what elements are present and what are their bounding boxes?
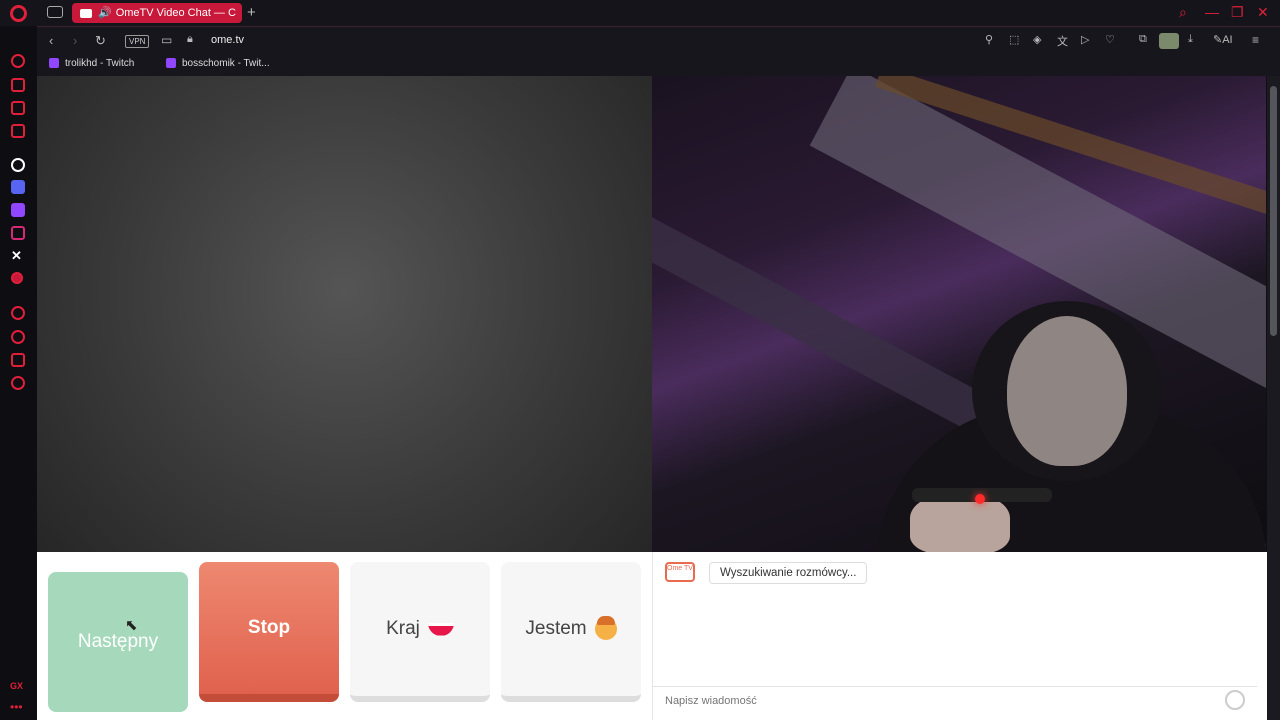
next-button[interactable]: Następny <box>48 572 188 712</box>
ai-label: AI <box>1222 34 1233 46</box>
stop-label: Stop <box>247 617 291 638</box>
title-bar: 🔊 OmeTV Video Chat — C + ⌕ — ❐ ✕ <box>0 0 1280 26</box>
gender-button[interactable]: Jestem <box>501 562 641 702</box>
clock-icon[interactable] <box>11 330 25 344</box>
bookmark-item[interactable]: bosschomik - Twit... <box>166 58 270 69</box>
message-input[interactable] <box>663 692 1213 710</box>
tab-favicon-icon <box>80 8 92 18</box>
address-bar[interactable]: ome.tv <box>211 34 244 46</box>
bookmarks-bar: trolikhd - Twitch bosschomik - Twit... <box>37 54 1280 76</box>
scroll-thumb[interactable] <box>1270 86 1277 336</box>
page-scrollbar[interactable] <box>1267 76 1280 720</box>
instagram-icon[interactable] <box>11 226 25 240</box>
country-label: Kraj <box>386 618 420 639</box>
ometv-logo-icon: Ome TV <box>665 562 695 582</box>
twitch-icon <box>166 58 176 69</box>
mic-light <box>975 494 985 504</box>
x-twitter-icon[interactable]: ✕ <box>11 248 22 264</box>
forward-icon[interactable]: › <box>73 33 77 48</box>
gender-label: Jestem <box>525 618 587 639</box>
opera-gx-logo-icon[interactable] <box>10 5 27 22</box>
settings-gear-icon[interactable] <box>11 376 25 390</box>
search-tabs-icon[interactable]: ⌕ <box>1179 4 1187 21</box>
controls-panel: Następny ⬉ Stop Kraj Jestem Ome TV Wyszu… <box>37 552 1267 720</box>
download-icon[interactable]: ⤓ <box>1188 33 1193 46</box>
translate-icon[interactable]: 文 <box>1057 33 1068 49</box>
camera-icon[interactable]: ▭ <box>161 33 172 47</box>
boy-emoji-icon <box>594 616 617 640</box>
aria-ai-icon[interactable]: ✎AI <box>1213 33 1233 46</box>
pin-icon[interactable]: ⚲ <box>985 33 993 46</box>
back-icon[interactable]: ‹ <box>49 33 53 48</box>
menu-icon[interactable]: ≡ <box>1252 33 1259 47</box>
maximize-button[interactable]: ❐ <box>1231 4 1244 21</box>
speaker-icon[interactable]: 🔊 <box>98 7 112 19</box>
bookmark-item[interactable]: trolikhd - Twitch <box>49 58 134 69</box>
send-icon[interactable]: ▷ <box>1081 33 1089 46</box>
divider <box>653 686 1257 687</box>
gx-corner-icon[interactable] <box>11 78 25 92</box>
snapshot-icon[interactable]: ⬚ <box>1009 33 1019 46</box>
history-icon[interactable] <box>11 306 25 320</box>
status-message: Wyszukiwanie rozmówcy... <box>709 562 868 584</box>
tab-ometv[interactable]: 🔊 OmeTV Video Chat — C <box>72 3 242 23</box>
bookmark-label: trolikhd - Twitch <box>65 58 135 69</box>
tab-title: OmeTV Video Chat — C <box>115 7 236 19</box>
bookmark-label: bosschomik - Twit... <box>182 58 270 69</box>
gx-control-icon[interactable] <box>11 54 25 68</box>
stop-button[interactable]: Stop <box>199 562 339 702</box>
person-face <box>1007 316 1127 466</box>
gx-label: GX <box>10 681 24 691</box>
new-tab-button[interactable]: + <box>247 4 256 21</box>
vpn-badge[interactable]: VPN <box>125 35 150 48</box>
extensions-icon[interactable]: ⧉ <box>1139 33 1147 46</box>
gx-player-icon[interactable] <box>11 101 25 115</box>
chat-panel: Ome TV Wyszukiwanie rozmówcy... <box>652 552 1257 720</box>
minimize-button[interactable]: — <box>1205 4 1219 20</box>
twitch-icon <box>49 58 59 69</box>
heart-icon[interactable]: ♡ <box>1105 33 1115 46</box>
country-button[interactable]: Kraj <box>350 562 490 702</box>
gx-mods-icon[interactable] <box>11 124 25 138</box>
emoji-icon[interactable] <box>1225 690 1245 710</box>
profile-avatar[interactable] <box>1159 33 1179 49</box>
more-options-icon[interactable]: ••• <box>10 700 23 714</box>
ublock-icon[interactable] <box>11 272 23 284</box>
poland-flag-icon <box>427 622 454 636</box>
person-hand <box>910 494 1010 552</box>
lock-icon: 🔒︎ <box>187 33 193 45</box>
close-window-button[interactable]: ✕ <box>1257 4 1269 21</box>
chatgpt-icon[interactable] <box>11 158 25 172</box>
self-webcam-video <box>652 76 1266 552</box>
pocket-icon[interactable]: ◈ <box>1033 33 1041 46</box>
mouse-cursor-icon: ⬉ <box>125 617 138 634</box>
twitch-icon[interactable] <box>11 203 25 217</box>
next-label: Następny <box>77 631 159 652</box>
stranger-video-static <box>37 76 652 552</box>
tab-islands-icon[interactable] <box>47 6 63 18</box>
reload-icon[interactable]: ↻ <box>95 33 106 49</box>
address-toolbar: ‹ › ↻ VPN ▭ 🔒︎ ome.tv ⚲ ⬚ ◈ 文 ▷ ♡ ⧉ ⤓ ✎A… <box>37 26 1280 54</box>
sidebar: ✕ GX ••• <box>0 26 37 720</box>
extensions-sidebar-icon[interactable] <box>11 353 25 367</box>
discord-icon[interactable] <box>11 180 25 194</box>
